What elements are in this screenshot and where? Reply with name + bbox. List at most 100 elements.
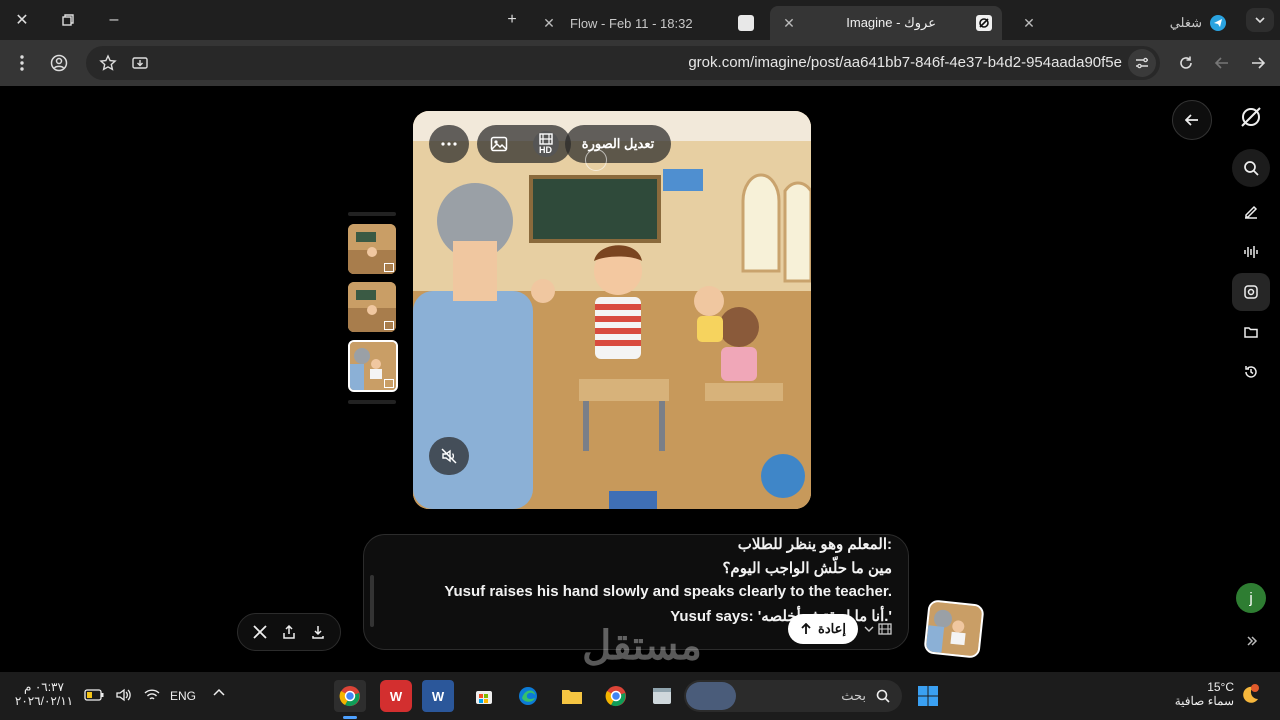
edge-taskbar-button[interactable] [512, 680, 544, 712]
cursor-indicator [585, 149, 607, 171]
chevron-up-icon [212, 686, 226, 700]
voice-button[interactable] [1232, 233, 1270, 271]
close-tab-icon[interactable]: ✕ [780, 15, 798, 32]
search-icon [876, 689, 890, 703]
search-placeholder: بحث [841, 688, 866, 703]
share-icon[interactable] [282, 625, 296, 639]
site-settings-button[interactable] [1128, 49, 1156, 77]
close-tab-icon[interactable]: ✕ [1020, 15, 1038, 32]
show-hidden-icons-button[interactable] [212, 686, 226, 700]
install-app-button[interactable] [126, 49, 154, 77]
tune-icon [1134, 55, 1150, 71]
chevron-down-icon [864, 624, 874, 634]
wps-icon: W [389, 688, 403, 704]
imagine-button[interactable] [1232, 273, 1270, 311]
windows-logo-icon [917, 685, 939, 707]
mute-icon [440, 447, 458, 465]
reload-button[interactable] [1172, 49, 1200, 77]
prompt-line: Yusuf says: 'أنا ما لحقتش أخلصه.' [670, 608, 892, 625]
chevron-down-icon [1254, 14, 1266, 26]
restore-window-button[interactable] [54, 8, 82, 32]
x-logo-icon[interactable] [253, 625, 267, 639]
profile-button[interactable] [45, 49, 73, 77]
weather-widget[interactable]: 15°C سماء صافية [1150, 680, 1234, 708]
history-button[interactable] [1232, 353, 1270, 391]
battery-icon [84, 689, 104, 701]
thumbnail-selected[interactable] [348, 340, 398, 392]
more-options-button[interactable] [429, 125, 469, 163]
system-tray[interactable] [84, 688, 160, 702]
close-window-button[interactable]: ✕ [8, 8, 36, 32]
image-icon[interactable] [490, 135, 508, 153]
prompt-line: المعلم وهو ينظر للطلاب: [737, 536, 892, 553]
edit-image-button[interactable]: تعديل الصورة [565, 125, 671, 163]
chrome-profile-taskbar-button[interactable] [600, 680, 632, 712]
prompt-scrollbar[interactable] [370, 575, 374, 627]
menu-button[interactable] [8, 49, 36, 77]
thumbnail[interactable] [348, 224, 396, 274]
browser-toolbar: grok.com/imagine/post/aa641bb7-846f-4e37… [0, 40, 1280, 86]
restore-icon [62, 14, 74, 26]
active-app-indicator [343, 716, 357, 719]
mode-selector[interactable] [864, 618, 900, 640]
tab-title: Flow - Feb 11 - 18:32 [570, 15, 693, 31]
source-image-thumbnail[interactable] [923, 599, 985, 659]
forward-button[interactable] [1208, 49, 1236, 77]
explorer-taskbar-button[interactable] [556, 680, 588, 712]
clock[interactable]: ٠٦:٣٧ م ٢٠٢٦/٠٢/١١ [14, 680, 74, 708]
chrome-icon [339, 685, 361, 707]
start-button[interactable] [912, 680, 944, 712]
mute-button[interactable] [429, 437, 469, 475]
prompt-line: Yusuf raises his hand slowly and speaks … [444, 583, 892, 600]
thumb-scroll-top [348, 212, 396, 216]
word-taskbar-button[interactable]: W [422, 680, 454, 712]
tab-imagine[interactable]: ✕ Imagine - عروك [770, 6, 1002, 40]
generated-video[interactable]: HD تعديل الصورة [413, 111, 811, 509]
window-icon [652, 687, 672, 705]
new-tab-button[interactable]: + [498, 8, 526, 32]
edit-icon [1243, 204, 1259, 220]
more-icon [441, 142, 457, 146]
address-bar[interactable]: grok.com/imagine/post/aa641bb7-846f-4e37… [86, 46, 1160, 80]
thumbnail[interactable] [348, 282, 396, 332]
tab-bar: ✕ – + ✕ Flow - Feb 11 - 18:32 ✕ Imagine … [0, 0, 1280, 40]
grok-home-button[interactable] [1232, 98, 1270, 136]
user-avatar[interactable]: j [1236, 583, 1266, 613]
media-type-toggle[interactable]: HD [477, 125, 571, 163]
volume-icon [116, 688, 132, 702]
tab-title: شغلي [1169, 15, 1202, 30]
hd-video-option[interactable]: HD [532, 131, 559, 157]
bookmark-button[interactable] [94, 49, 122, 77]
close-tab-icon[interactable]: ✕ [540, 15, 558, 32]
back-button[interactable] [1172, 100, 1212, 140]
history-icon [1243, 364, 1259, 380]
app-window-taskbar-button[interactable] [646, 680, 678, 712]
tab-telegram[interactable]: ✕ شغلي [1010, 6, 1236, 40]
back-button[interactable] [1244, 49, 1272, 77]
tab-search-button[interactable] [1246, 8, 1274, 32]
new-chat-button[interactable] [1232, 193, 1270, 231]
arrow-left-icon [1214, 55, 1230, 71]
collapse-sidebar-button[interactable] [1240, 629, 1264, 653]
language-indicator[interactable]: ENG [170, 689, 196, 703]
classroom-scene-image [413, 111, 811, 509]
redo-button[interactable]: إعادة [788, 614, 858, 644]
download-icon[interactable] [311, 625, 325, 639]
clock-date: ٢٠٢٦/٠٢/١١ [14, 694, 74, 708]
projects-button[interactable] [1232, 313, 1270, 351]
tab-flow[interactable]: ✕ Flow - Feb 11 - 18:32 [530, 6, 764, 40]
word-icon: W [431, 688, 445, 704]
chrome-taskbar-button[interactable] [334, 680, 366, 712]
arrow-left-icon [1185, 113, 1199, 127]
prompt-display[interactable]: المعلم وهو ينظر للطلاب: مين ما حلّش الوا… [363, 534, 909, 650]
weather-temp: 15°C [1207, 680, 1234, 694]
edge-icon [518, 686, 538, 706]
flow-favicon-icon [738, 15, 754, 31]
search-button[interactable] [1232, 149, 1270, 187]
wps-taskbar-button[interactable]: W [380, 680, 412, 712]
store-taskbar-button[interactable] [468, 680, 500, 712]
install-icon [131, 54, 149, 72]
kebab-menu-icon [20, 55, 24, 71]
reload-icon [1178, 55, 1194, 71]
minimize-window-button[interactable]: – [100, 8, 128, 32]
